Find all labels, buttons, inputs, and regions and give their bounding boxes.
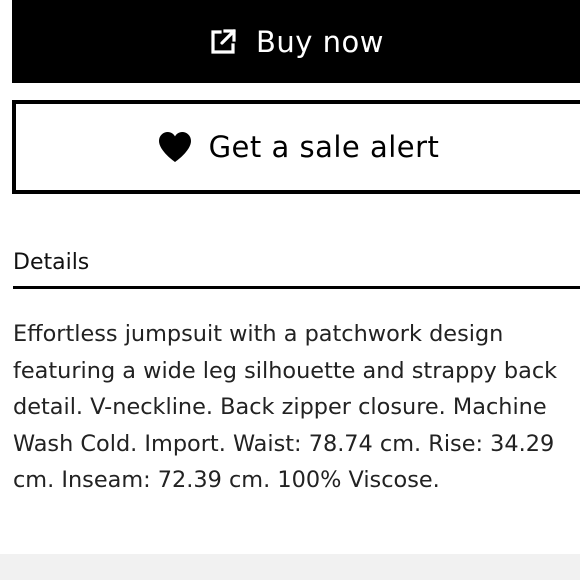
product-description: Effortless jumpsuit with a patchwork des…: [13, 321, 558, 493]
sale-alert-label: Get a sale alert: [208, 130, 440, 164]
buy-now-button[interactable]: Buy now: [12, 0, 580, 83]
footer-band: [0, 554, 580, 580]
buy-now-label: Buy now: [256, 24, 384, 59]
sale-alert-button[interactable]: Get a sale alert: [12, 100, 580, 194]
details-heading: Details: [13, 250, 90, 275]
external-link-icon: [208, 27, 238, 57]
product-details-panel: Buy now Get a sale alert Details Effortl…: [0, 0, 580, 580]
heart-icon: [157, 130, 193, 164]
details-divider: [13, 286, 580, 289]
